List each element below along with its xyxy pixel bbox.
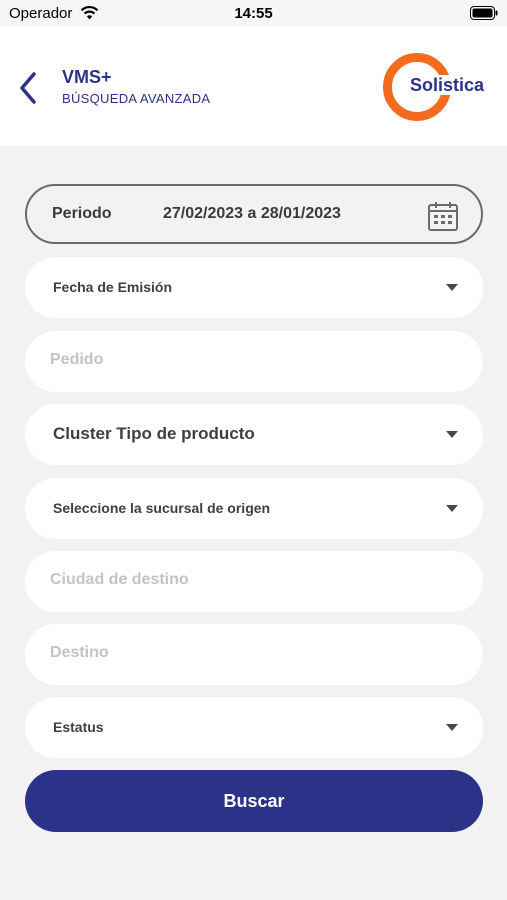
page-subtitle: BÚSQUEDA AVANZADA (62, 91, 211, 106)
page-title: VMS+ (62, 67, 112, 87)
logo-text: Solistica (409, 75, 486, 95)
status-bar: Operador 14:55 (0, 0, 507, 26)
search-button[interactable]: Buscar (25, 770, 483, 832)
dropdown-caret-icon (446, 505, 458, 512)
solistica-logo: Solistica (380, 50, 490, 124)
dropdown-caret-icon (446, 724, 458, 731)
cluster-select[interactable]: Cluster Tipo de producto (25, 404, 483, 465)
ciudad-destino-placeholder: Ciudad de destino (50, 571, 189, 588)
cluster-label: Cluster Tipo de producto (53, 424, 255, 443)
period-label: Periodo (52, 205, 112, 222)
period-value: 27/02/2023 a 28/01/2023 (163, 205, 341, 222)
fecha-emision-label: Fecha de Emisión (53, 279, 173, 295)
dropdown-caret-icon (446, 431, 458, 438)
chevron-left-icon (20, 72, 36, 104)
calendar-icon[interactable] (427, 200, 459, 232)
sucursal-label: Seleccione la sucursal de origen (53, 500, 271, 516)
app-header: VMS+ BÚSQUEDA AVANZADA Solistica (0, 26, 507, 146)
destino-input[interactable]: Destino (25, 624, 483, 685)
destino-placeholder: Destino (50, 644, 109, 661)
pedido-input[interactable]: Pedido (25, 331, 483, 392)
battery-icon (470, 6, 498, 20)
clock: 14:55 (234, 5, 273, 22)
sucursal-select[interactable]: Seleccione la sucursal de origen (25, 478, 483, 539)
estatus-select[interactable]: Estatus (25, 697, 483, 758)
period-picker[interactable]: Periodo 27/02/2023 a 28/01/2023 (25, 184, 483, 244)
fecha-emision-select[interactable]: Fecha de Emisión (25, 257, 483, 318)
back-button[interactable] (14, 68, 46, 108)
dropdown-caret-icon (446, 284, 458, 291)
ciudad-destino-input[interactable]: Ciudad de destino (25, 551, 483, 612)
estatus-label: Estatus (53, 719, 104, 735)
pedido-placeholder: Pedido (50, 351, 104, 368)
